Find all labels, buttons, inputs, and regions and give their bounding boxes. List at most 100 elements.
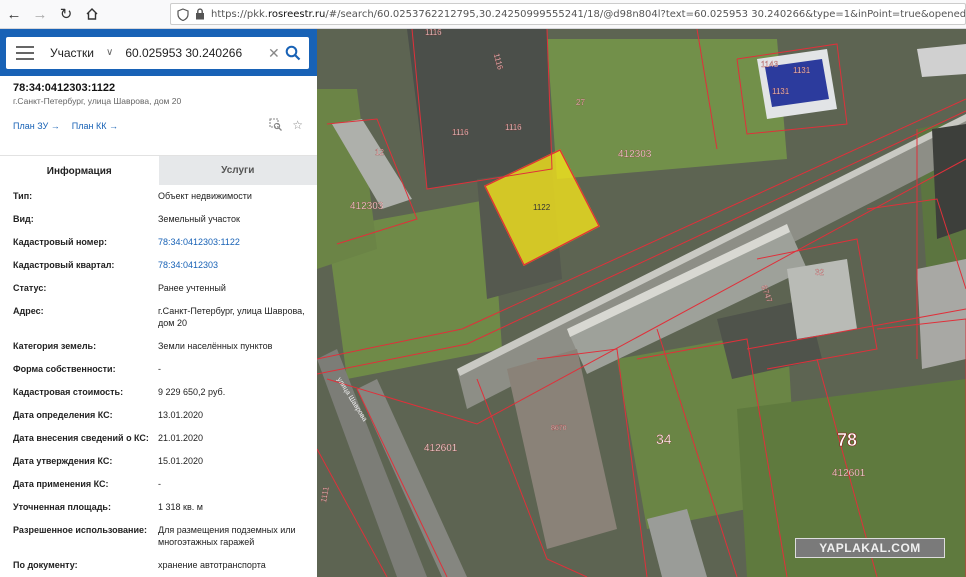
- tabs: Информация Услуги: [0, 156, 317, 185]
- attribute-label: Разрешенное использование:: [13, 525, 147, 535]
- tab-info[interactable]: Информация: [0, 156, 159, 185]
- zoom-to-object-icon[interactable]: [269, 118, 283, 134]
- star-icon[interactable]: ☆: [292, 118, 303, 134]
- parcel-label: 1116: [505, 123, 522, 132]
- attribute-label: По документу:: [13, 560, 78, 570]
- parcel-label: 27: [576, 98, 585, 107]
- search-bar: Участки ∨ ✕: [0, 29, 317, 76]
- map-canvas[interactable]: 1116 1116 1116 1116 27 412303 412303 12 …: [317, 29, 966, 577]
- lock-icon[interactable]: [195, 6, 205, 22]
- attribute-row: Тип: Объект недвижимости: [0, 190, 317, 213]
- plan-zu-link[interactable]: План ЗУ →: [13, 121, 60, 131]
- parcel-label: 1131: [772, 87, 790, 96]
- attribute-label: Вид:: [13, 214, 34, 224]
- attribute-row: Форма собственности: -: [0, 363, 317, 386]
- attribute-row: Дата применения КС: -: [0, 478, 317, 501]
- attribute-value: хранение автотранспорта: [158, 560, 266, 570]
- object-header: 78:34:0412303:1122 г.Санкт-Петербург, ул…: [0, 76, 317, 156]
- attribute-value: Объект недвижимости: [158, 191, 252, 201]
- info-panel: Участки ∨ ✕ 78:34:0412303:1122 г.Санкт-П…: [0, 29, 317, 577]
- block-label: 412601: [424, 443, 458, 454]
- plan-links: План ЗУ → План КК →: [13, 121, 118, 131]
- map-view[interactable]: 1116 1116 1116 1116 27 412303 412303 12 …: [317, 29, 966, 577]
- close-icon[interactable]: ✕: [268, 45, 280, 62]
- district-label: 78: [837, 430, 857, 450]
- selected-parcel-label: 1122: [533, 203, 551, 212]
- search-type-select[interactable]: Участки: [50, 46, 94, 60]
- attribute-label: Статус:: [13, 283, 47, 293]
- url-text: https://pkk.rosreestr.ru/#/search/60.025…: [211, 8, 966, 20]
- attribute-value: Для размещения подземных или многоэтажны…: [158, 525, 296, 547]
- attribute-row: Кадастровый квартал: 78:34:0412303: [0, 259, 317, 282]
- attribute-value: -: [158, 479, 161, 489]
- block-label: 412303: [618, 149, 652, 160]
- attribute-row: Вид: Земельный участок: [0, 213, 317, 236]
- attribute-link[interactable]: 78:34:0412303: [158, 259, 308, 282]
- attribute-value: -: [158, 364, 161, 374]
- attribute-row: Дата внесения сведений о КС: 21.01.2020: [0, 432, 317, 455]
- attribute-link[interactable]: 78:34:0412303:1122: [158, 236, 308, 259]
- attribute-label: Тип:: [13, 191, 33, 201]
- forward-icon[interactable]: →: [28, 2, 52, 26]
- arrow-right-icon: →: [50, 121, 60, 131]
- zone-label: 34: [656, 431, 672, 447]
- attribute-value: Земельный участок: [158, 214, 240, 224]
- attribute-label: Кадастровый квартал:: [13, 260, 115, 270]
- attribute-value: 1 318 кв. м: [158, 502, 203, 512]
- search-input[interactable]: [125, 45, 276, 60]
- attribute-value: 13.01.2020: [158, 410, 204, 420]
- parcel-label: 8670: [551, 425, 567, 432]
- parcel-label: 1131: [793, 66, 811, 75]
- parcel-label: 1143: [761, 60, 779, 69]
- block-label: 412601: [832, 468, 866, 479]
- browser-toolbar: ← → ↻ https://pkk.rosreestr.ru/#/search/…: [0, 0, 966, 29]
- plan-kk-link[interactable]: План КК →: [72, 121, 118, 131]
- reload-icon[interactable]: ↻: [54, 2, 78, 26]
- parcel-label: 12: [375, 148, 384, 157]
- attribute-row: Статус: Ранее учтенный: [0, 282, 317, 305]
- header-actions: ☆: [269, 118, 303, 134]
- parcel-label: 32: [815, 268, 824, 277]
- attribute-label: Кадастровая стоимость:: [13, 387, 124, 397]
- cadastral-number-title: 78:34:0412303:1122: [13, 82, 116, 94]
- attribute-row: Адрес: г.Санкт-Петербург, улица Шаврова, …: [0, 305, 317, 340]
- attribute-row: Разрешенное использование: Для размещения…: [0, 524, 317, 559]
- attribute-row: Кадастровая стоимость: 9 229 650,2 руб.: [0, 386, 317, 409]
- attribute-row: Кадастровый номер: 78:34:0412303:1122: [0, 236, 317, 259]
- attribute-value: 9 229 650,2 руб.: [158, 387, 226, 397]
- attribute-label: Кадастровый номер:: [13, 237, 107, 247]
- back-icon[interactable]: ←: [2, 2, 26, 26]
- attribute-label: Дата утверждения КС:: [13, 456, 113, 466]
- home-icon[interactable]: [80, 2, 104, 26]
- attribute-value: Ранее учтенный: [158, 283, 226, 293]
- attribute-label: Уточненная площадь:: [13, 502, 111, 512]
- address-bar[interactable]: https://pkk.rosreestr.ru/#/search/60.025…: [170, 3, 966, 25]
- attribute-label: Дата применения КС:: [13, 479, 109, 489]
- attribute-label: Дата определения КС:: [13, 410, 113, 420]
- watermark: YAPLAKAL.COM: [795, 538, 945, 558]
- attribute-row: Дата определения КС: 13.01.2020: [0, 409, 317, 432]
- attribute-label: Категория земель:: [13, 341, 97, 351]
- search-icon[interactable]: [285, 45, 301, 61]
- object-address: г.Санкт-Петербург, улица Шаврова, дом 20: [13, 96, 182, 106]
- attribute-row: По документу: хранение автотранспорта: [0, 559, 317, 577]
- parcel-label: 1116: [425, 29, 442, 37]
- arrow-right-icon: →: [108, 121, 118, 131]
- attributes-list: Тип: Объект недвижимости Вид: Земельный уча…: [0, 185, 317, 577]
- hamburger-menu-icon[interactable]: [16, 45, 34, 60]
- parcel-label: 1116: [452, 128, 469, 137]
- chevron-down-icon[interactable]: ∨: [106, 47, 113, 58]
- attribute-label: Форма собственности:: [13, 364, 116, 374]
- attribute-label: Дата внесения сведений о КС:: [13, 433, 149, 443]
- search-box: Участки ∨ ✕: [6, 36, 309, 69]
- attribute-value: 21.01.2020: [158, 433, 204, 443]
- attribute-row: Уточненная площадь: 1 318 кв. м: [0, 501, 317, 524]
- attribute-label: Адрес:: [13, 306, 44, 316]
- attribute-row: Дата утверждения КС: 15.01.2020: [0, 455, 317, 478]
- attribute-value: 15.01.2020: [158, 456, 204, 466]
- tab-services[interactable]: Услуги: [158, 156, 317, 185]
- shield-icon[interactable]: [177, 6, 189, 22]
- block-label: 412303: [350, 201, 384, 212]
- attribute-value: Земли населённых пунктов: [158, 341, 273, 351]
- attribute-row: Категория земель: Земли населённых пункто…: [0, 340, 317, 363]
